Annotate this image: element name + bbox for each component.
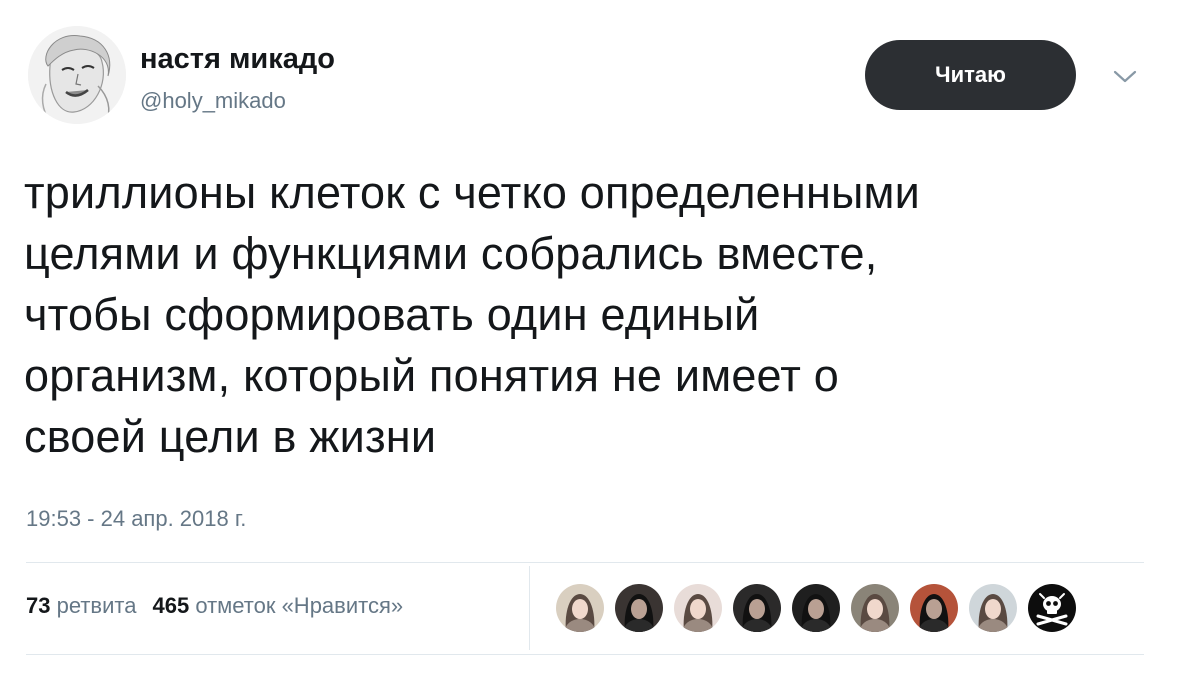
tweet-text-line: триллионы клеток с четко определенными: [24, 167, 921, 218]
user-avatar-icon: [28, 26, 126, 124]
retweets-label: ретвита: [56, 593, 137, 618]
tweet-timestamp[interactable]: 19:53 - 24 апр. 2018 г.: [26, 505, 246, 533]
retweets-count: 73: [26, 593, 51, 618]
following-button[interactable]: Читаю: [865, 40, 1076, 110]
user-avatar-icon: [969, 584, 1017, 632]
user-avatar-icon: [910, 584, 958, 632]
tweet-menu-button[interactable]: [1111, 66, 1139, 86]
tweet-text-line: чтобы сформировать один единый: [24, 289, 760, 340]
tweet-text-line: целями и функциями собрались вместе,: [24, 228, 878, 279]
liker-avatar[interactable]: [851, 584, 899, 632]
user-avatar-icon: [792, 584, 840, 632]
user-avatar-icon: [851, 584, 899, 632]
retweets-stat[interactable]: 73 ретвита: [26, 593, 136, 618]
user-avatar-icon: [674, 584, 722, 632]
tweet-text: триллионы клеток с четко определенными ц…: [24, 162, 1164, 467]
liker-avatar[interactable]: [674, 584, 722, 632]
tweet-card: настя микадо @holy_mikado Читаю триллион…: [0, 0, 1194, 678]
chevron-down-icon: [1113, 70, 1137, 83]
liker-avatar[interactable]: [1028, 584, 1076, 632]
tweet-stats: 73 ретвита 465 отметок «Нравится»: [26, 592, 403, 620]
likes-count: 465: [152, 593, 190, 618]
likes-label: отметок «Нравится»: [195, 593, 404, 618]
liker-avatars: [556, 584, 1087, 632]
liker-avatar[interactable]: [556, 584, 604, 632]
liker-avatar[interactable]: [969, 584, 1017, 632]
divider: [26, 654, 1144, 655]
liker-avatar[interactable]: [615, 584, 663, 632]
user-avatar-icon: [556, 584, 604, 632]
stats-separator: [529, 566, 530, 650]
tweet-text-line: организм, который понятия не имеет о: [24, 350, 840, 401]
tweet-text-line: своей цели в жизни: [24, 411, 437, 462]
liker-avatar[interactable]: [792, 584, 840, 632]
user-avatar-icon: [733, 584, 781, 632]
author-handle[interactable]: @holy_mikado: [140, 88, 286, 114]
liker-avatar[interactable]: [910, 584, 958, 632]
author-display-name[interactable]: настя микадо: [140, 42, 335, 76]
skull-icon: [1028, 584, 1076, 632]
user-avatar-icon: [615, 584, 663, 632]
likes-stat[interactable]: 465 отметок «Нравится»: [152, 593, 403, 618]
divider: [26, 562, 1144, 563]
liker-avatar[interactable]: [733, 584, 781, 632]
author-avatar[interactable]: [28, 26, 126, 124]
